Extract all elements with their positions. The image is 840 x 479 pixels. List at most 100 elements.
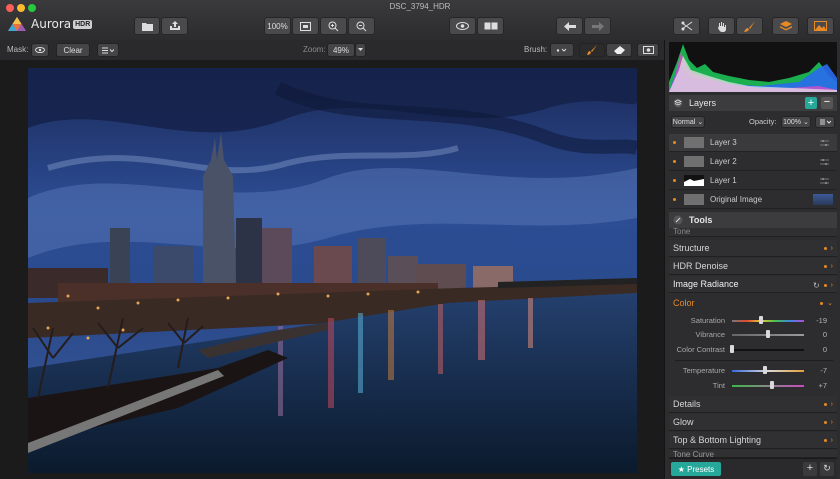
- tool-label: Tone: [673, 228, 691, 236]
- brush-tool-button[interactable]: [736, 17, 763, 35]
- minus-icon: −: [823, 96, 831, 108]
- refresh-icon: ↻: [823, 463, 831, 473]
- color-contrast-track[interactable]: [732, 349, 804, 351]
- layer-visibility-dot[interactable]: [673, 160, 676, 163]
- layer-settings-icon[interactable]: [820, 139, 829, 146]
- tool-enabled-dot[interactable]: [823, 247, 827, 250]
- chevron-right-icon[interactable]: ›: [831, 282, 833, 289]
- mask-view-button[interactable]: [637, 43, 659, 57]
- layer-visibility-dot[interactable]: [673, 141, 676, 144]
- temperature-track[interactable]: [732, 370, 804, 372]
- open-button[interactable]: [134, 17, 160, 35]
- hdr-photo: [28, 68, 637, 473]
- chevron-right-icon[interactable]: ›: [831, 263, 833, 270]
- opacity-select[interactable]: 100% ⌄: [781, 116, 811, 128]
- zoom-in-button[interactable]: [320, 17, 347, 35]
- tool-image-radiance[interactable]: Image Radiance ↻ ›: [669, 276, 837, 293]
- tool-hdr-denoise[interactable]: HDR Denoise ›: [669, 258, 837, 275]
- fit-screen-button[interactable]: [292, 17, 319, 35]
- chevron-right-icon[interactable]: ›: [831, 419, 833, 426]
- slider-divider: [675, 360, 833, 361]
- layer-settings-icon[interactable]: [820, 177, 829, 184]
- add-layer-button[interactable]: +: [805, 97, 817, 109]
- clear-mask-button[interactable]: Clear: [56, 43, 90, 57]
- zoom-out-button[interactable]: [348, 17, 375, 35]
- presets-button[interactable]: ★ Presets: [671, 462, 721, 476]
- layers-header[interactable]: Layers + −: [669, 95, 837, 111]
- layer-settings-icon[interactable]: [820, 158, 829, 165]
- aurora-logo-icon: [8, 17, 26, 31]
- slider-value: -7: [820, 366, 827, 375]
- eraser-button[interactable]: [606, 43, 632, 57]
- mask-menu-button[interactable]: [97, 43, 119, 57]
- preview-button[interactable]: [449, 17, 476, 35]
- hand-tool-button[interactable]: [708, 17, 735, 35]
- mask-visibility-button[interactable]: [31, 43, 49, 57]
- undo-arrow-icon: [563, 21, 576, 31]
- tool-label: Top & Bottom Lighting: [673, 435, 762, 445]
- tint-slider-handle[interactable]: [770, 381, 774, 389]
- zoom-select[interactable]: 49%: [327, 43, 355, 57]
- tools-header[interactable]: Tools: [669, 212, 837, 228]
- slider-label: Tint: [712, 381, 725, 390]
- layers-section-icon: [673, 98, 683, 108]
- remove-layer-button[interactable]: −: [821, 97, 833, 109]
- saturation-track[interactable]: [732, 320, 804, 322]
- tint-track[interactable]: [732, 385, 804, 387]
- layer-row[interactable]: Layer 2: [669, 153, 837, 171]
- layer-mask-thumbnail: [684, 175, 704, 186]
- city-skyline-photo: [28, 68, 637, 473]
- compare-button[interactable]: [477, 17, 504, 35]
- vibrance-slider-handle[interactable]: [766, 330, 770, 338]
- zoom-dropdown-chevron[interactable]: [355, 43, 366, 57]
- layer-row[interactable]: Layer 3: [669, 134, 837, 152]
- zoom-100-button[interactable]: 100%: [264, 17, 291, 35]
- chevron-right-icon[interactable]: ›: [831, 437, 833, 444]
- layer-visibility-dot[interactable]: [673, 179, 676, 182]
- layers-button[interactable]: [772, 17, 799, 35]
- tool-top-bottom-lighting[interactable]: Top & Bottom Lighting ›: [669, 432, 837, 449]
- layer-visibility-dot[interactable]: [673, 198, 676, 201]
- mask-label: Mask:: [7, 45, 29, 54]
- landscape-icon: [814, 21, 827, 31]
- app-logo: Aurora HDR: [7, 14, 93, 34]
- tool-details[interactable]: Details ›: [669, 396, 837, 413]
- tool-tone[interactable]: Tone: [669, 228, 837, 237]
- image-canvas[interactable]: [0, 60, 664, 479]
- layer-row[interactable]: Original Image: [669, 191, 837, 209]
- histogram: [669, 42, 837, 92]
- tool-color[interactable]: Color ⌄: [669, 294, 837, 311]
- tool-tone-curve[interactable]: Tone Curve: [669, 450, 837, 458]
- tool-structure[interactable]: Structure ›: [669, 240, 837, 257]
- chevron-down-icon[interactable]: ⌄: [827, 299, 833, 307]
- redo-button[interactable]: [584, 17, 611, 35]
- tool-enabled-dot[interactable]: [823, 284, 827, 287]
- temperature-slider-handle[interactable]: [763, 366, 767, 374]
- tool-enabled-dot[interactable]: [823, 403, 827, 406]
- tool-enabled-dot[interactable]: [823, 265, 827, 268]
- share-button[interactable]: [161, 17, 188, 35]
- reset-icon[interactable]: ↻: [813, 281, 820, 290]
- tool-label: Color: [673, 297, 695, 308]
- tool-enabled-dot[interactable]: [823, 421, 827, 424]
- chevron-right-icon[interactable]: ›: [831, 401, 833, 408]
- paint-brush-button[interactable]: [579, 43, 605, 57]
- saturation-slider-handle[interactable]: [759, 316, 763, 324]
- layer-menu-button[interactable]: [815, 116, 835, 128]
- tool-glow[interactable]: Glow ›: [669, 414, 837, 431]
- chevron-right-icon[interactable]: ›: [831, 245, 833, 252]
- chevron-down-icon: ⌄: [803, 119, 809, 126]
- blend-mode-select[interactable]: Normal ⌄: [671, 116, 705, 128]
- tool-enabled-dot[interactable]: [823, 439, 827, 442]
- slider-label: Temperature: [682, 366, 725, 375]
- crop-button[interactable]: [673, 17, 700, 35]
- add-preset-button[interactable]: +: [803, 462, 817, 476]
- tool-enabled-dot[interactable]: [820, 301, 824, 305]
- refresh-button[interactable]: ↻: [820, 462, 834, 476]
- layer-row[interactable]: Layer 1: [669, 172, 837, 190]
- tool-label: Image Radiance: [673, 279, 739, 289]
- color-contrast-slider-handle[interactable]: [730, 345, 734, 353]
- brush-size-select[interactable]: [550, 43, 574, 57]
- image-button[interactable]: [807, 17, 834, 35]
- undo-button[interactable]: [556, 17, 583, 35]
